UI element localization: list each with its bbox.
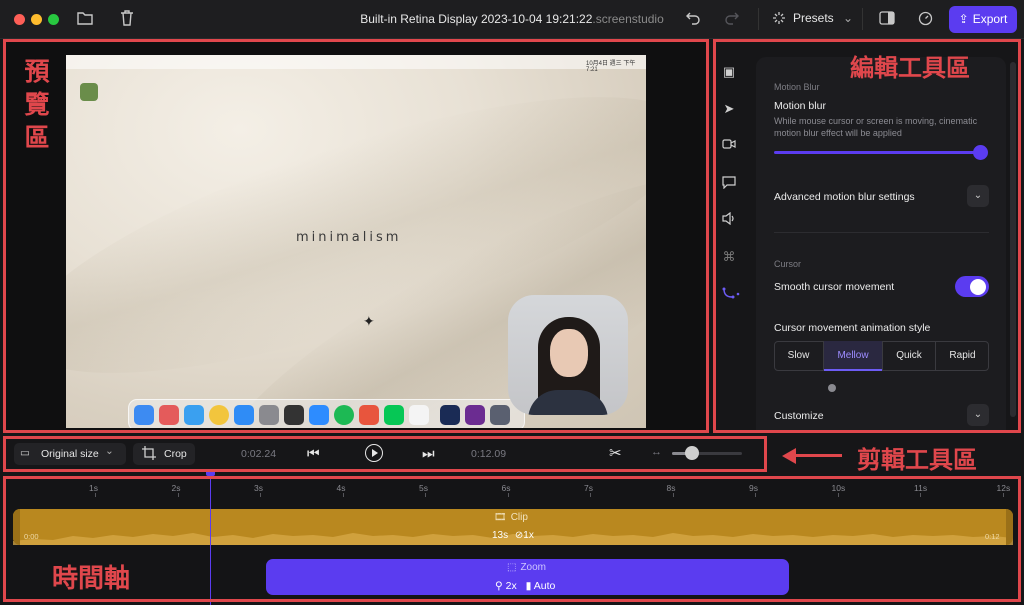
timeline-annotation-box [3,476,1021,602]
annotation-arrow [794,454,842,457]
sidebar-toggle-icon[interactable] [879,11,895,29]
speed-gauge-icon[interactable] [918,11,933,30]
preview-annotation-label: 預覽區 [24,58,50,152]
undo-icon[interactable] [686,11,700,29]
recording-name: Built-in Retina Display 2023-10-04 19:21… [360,12,593,26]
timeline-annotation-label: 時間軸 [52,563,131,593]
export-button[interactable]: ⇪ Export [949,6,1017,33]
file-extension: .screenstudio [592,12,664,26]
sparkle-icon [772,11,786,29]
toolbar-divider [758,8,759,30]
window-title: Built-in Retina Display 2023-10-04 19:21… [0,12,1024,26]
presets-button[interactable]: Presets ⌄ [793,11,853,25]
export-label: Export [972,12,1008,26]
cut-tools-annotation-box [3,436,767,472]
toolbar-divider [862,8,863,30]
chevron-down-icon: ⌄ [843,11,854,25]
cut-tools-annotation-label: 剪輯工具區 [857,447,977,474]
edit-tools-annotation-label: 編輯工具區 [850,55,970,82]
annotation-arrow-head [782,448,796,464]
presets-label: Presets [793,11,834,25]
export-icon: ⇪ [958,12,969,26]
preview-annotation-box [3,39,709,433]
edit-tools-annotation-box [713,39,1021,433]
redo-icon[interactable] [725,11,739,29]
